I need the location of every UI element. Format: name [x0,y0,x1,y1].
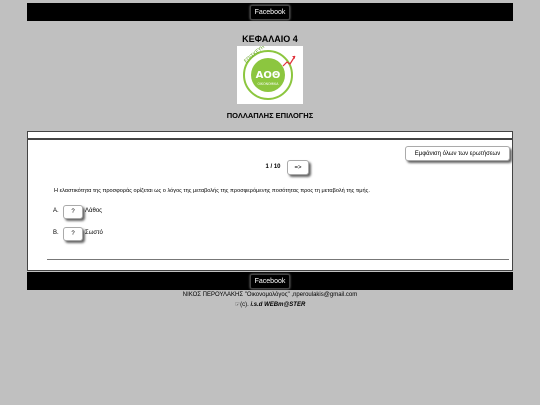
top-strip [27,131,513,139]
show-all-questions-button[interactable]: Εμφάνιση όλων των ερωτήσεων [405,146,510,161]
option-a-button[interactable]: ? [63,205,83,219]
copyright-brand: i.s.d WEBm@STER [250,302,306,308]
facebook-button[interactable]: Facebook [249,4,291,20]
question-text: Η ελαστικότητα της προσφοράς ορίζεται ως… [54,188,370,194]
next-question-button[interactable]: => [287,160,309,175]
aoth-logo-icon: ΕΠΙΣΚΕΥΗ ΑΟΘ ΟΙΚΟΝΟΜΙΚΑ [243,44,296,100]
option-b-text: Σωστό [85,230,103,236]
option-b-button[interactable]: ? [63,227,83,241]
copyright-prefix: (c). [240,302,249,308]
copyright-line: ☞(c). i.s.d WEBm@STER [0,301,540,308]
quiz-panel: Εμφάνιση όλων των ερωτήσεων 1 / 10 => Η … [27,139,513,271]
quiz-type-title: ΠΟΛΛΑΠΛΗΣ ΕΠΙΛΟΓΗΣ [226,111,314,120]
option-b-letter: B. [53,230,59,236]
top-bar: Facebook [27,3,513,21]
bottom-bar: Facebook [27,272,513,290]
chapter-title: ΚΕΦΑΛΑΙΟ 4 [242,34,298,44]
logo-sub-text: ΟΙΚΟΝΟΜΙΚΑ [258,82,280,86]
author-line: ΝΙΚΟΣ ΠΕΡΟΥΛΑΚΗΣ "Οικονομολόγος" ,nperou… [182,292,358,298]
footer-facebook-button[interactable]: Facebook [249,273,291,289]
option-a-letter: A. [53,208,59,214]
option-a-text: Λάθος [85,208,103,214]
quiz-divider [47,259,509,260]
logo-main-text: ΑΟΘ [256,70,281,81]
logo: ΕΠΙΣΚΕΥΗ ΑΟΘ ΟΙΚΟΝΟΜΙΚΑ [237,44,303,104]
